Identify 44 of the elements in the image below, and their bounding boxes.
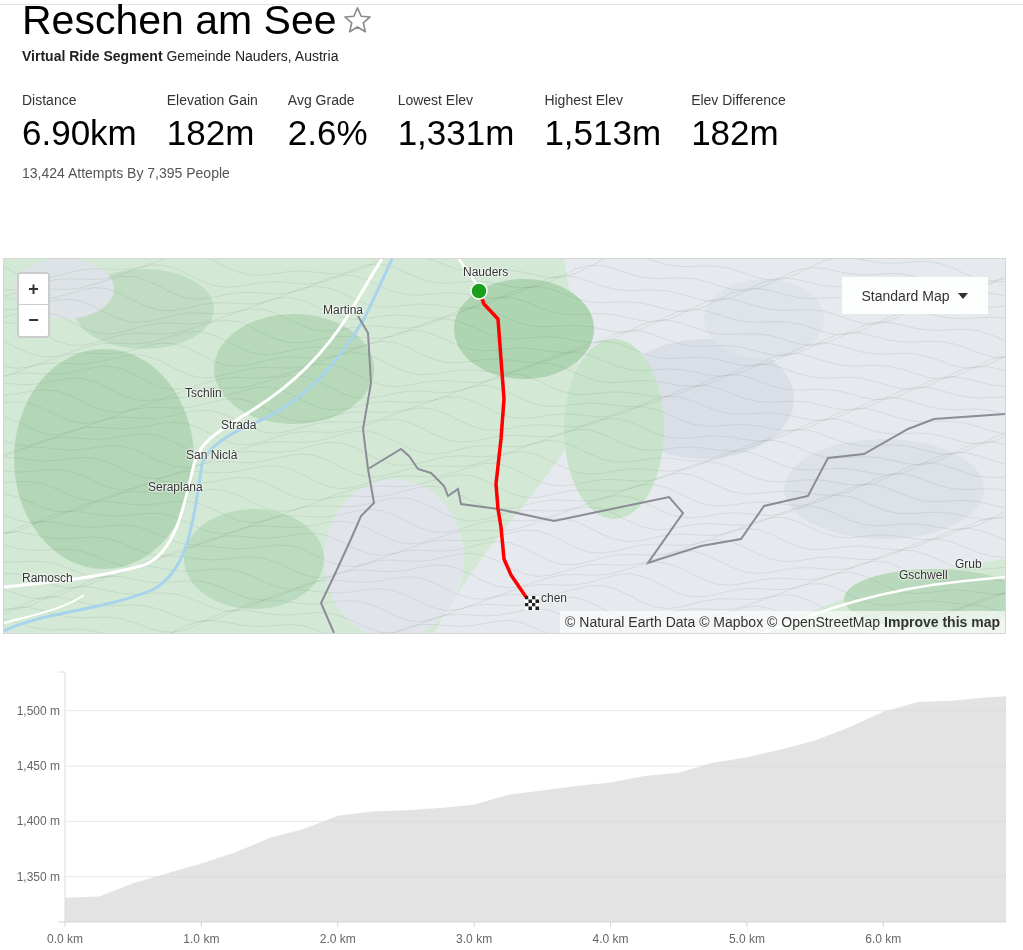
place-label: Ramosch bbox=[22, 571, 73, 585]
stat-value: 1,513m bbox=[544, 114, 662, 152]
improve-map-link[interactable]: Improve this map bbox=[884, 614, 1000, 630]
axis-tick-label: 4.0 km bbox=[592, 932, 629, 946]
caret-icon bbox=[958, 292, 969, 299]
axis-tick-label: 6.0 km bbox=[865, 932, 902, 946]
stat-label: Elevation Gain bbox=[166, 91, 258, 109]
axis-tick-label: 1,500 m bbox=[16, 703, 60, 718]
place-label: Nauders bbox=[463, 265, 509, 279]
axis-tick-label: 1,350 m bbox=[16, 869, 60, 884]
attribution-text: © Natural Earth Data © Mapbox © OpenStreetMap bbox=[565, 614, 881, 630]
zoom-in-button[interactable]: + bbox=[19, 274, 48, 305]
place-label: Gschwell bbox=[899, 568, 948, 582]
place-label: Strada bbox=[221, 418, 257, 432]
attempts-count: 13,424 Attempts By 7,395 People bbox=[22, 164, 230, 182]
stat-label: Elev Difference bbox=[691, 91, 786, 109]
start-marker-icon bbox=[470, 282, 488, 300]
place-label: Tschlin bbox=[185, 386, 222, 400]
stat-value: 182m bbox=[166, 114, 256, 152]
stat-label: Avg Grade bbox=[287, 91, 356, 109]
axis-tick-label: 1,450 m bbox=[16, 759, 60, 774]
place-label: Seraplana bbox=[148, 480, 203, 494]
axis-tick-label: 5.0 km bbox=[728, 932, 765, 946]
stat-label: Distance bbox=[22, 91, 78, 109]
place-label: Grub bbox=[955, 557, 982, 571]
segment-subtitle: Virtual Ride Segment Gemeinde Nauders, Austria bbox=[22, 47, 339, 66]
stat-label: Lowest Elev bbox=[397, 91, 475, 109]
stat-label: Highest Elev bbox=[544, 91, 624, 109]
axis-tick-label: 0.0 km bbox=[47, 932, 83, 946]
star-icon[interactable] bbox=[343, 7, 371, 33]
map-style-dropdown[interactable]: Standard Map bbox=[842, 277, 988, 314]
stat-value: 2.6% bbox=[287, 114, 368, 152]
place-label: San Niclà bbox=[186, 448, 238, 462]
axis-tick-label: 3.0 km bbox=[456, 932, 493, 946]
segment-title: Reschen am See bbox=[22, 0, 337, 40]
axis-tick-label: 1.0 km bbox=[183, 932, 220, 946]
stat-value: 6.90km bbox=[22, 114, 137, 152]
place-label: chen bbox=[541, 591, 568, 605]
place-label: Martina bbox=[323, 303, 363, 317]
stat-value: 1,331m bbox=[397, 114, 515, 152]
stat-value: 182m bbox=[691, 114, 780, 152]
axis-tick-label: 1,400 m bbox=[16, 814, 60, 829]
finish-flag-icon bbox=[525, 596, 539, 610]
axis-tick-label: 2.0 km bbox=[319, 932, 356, 946]
